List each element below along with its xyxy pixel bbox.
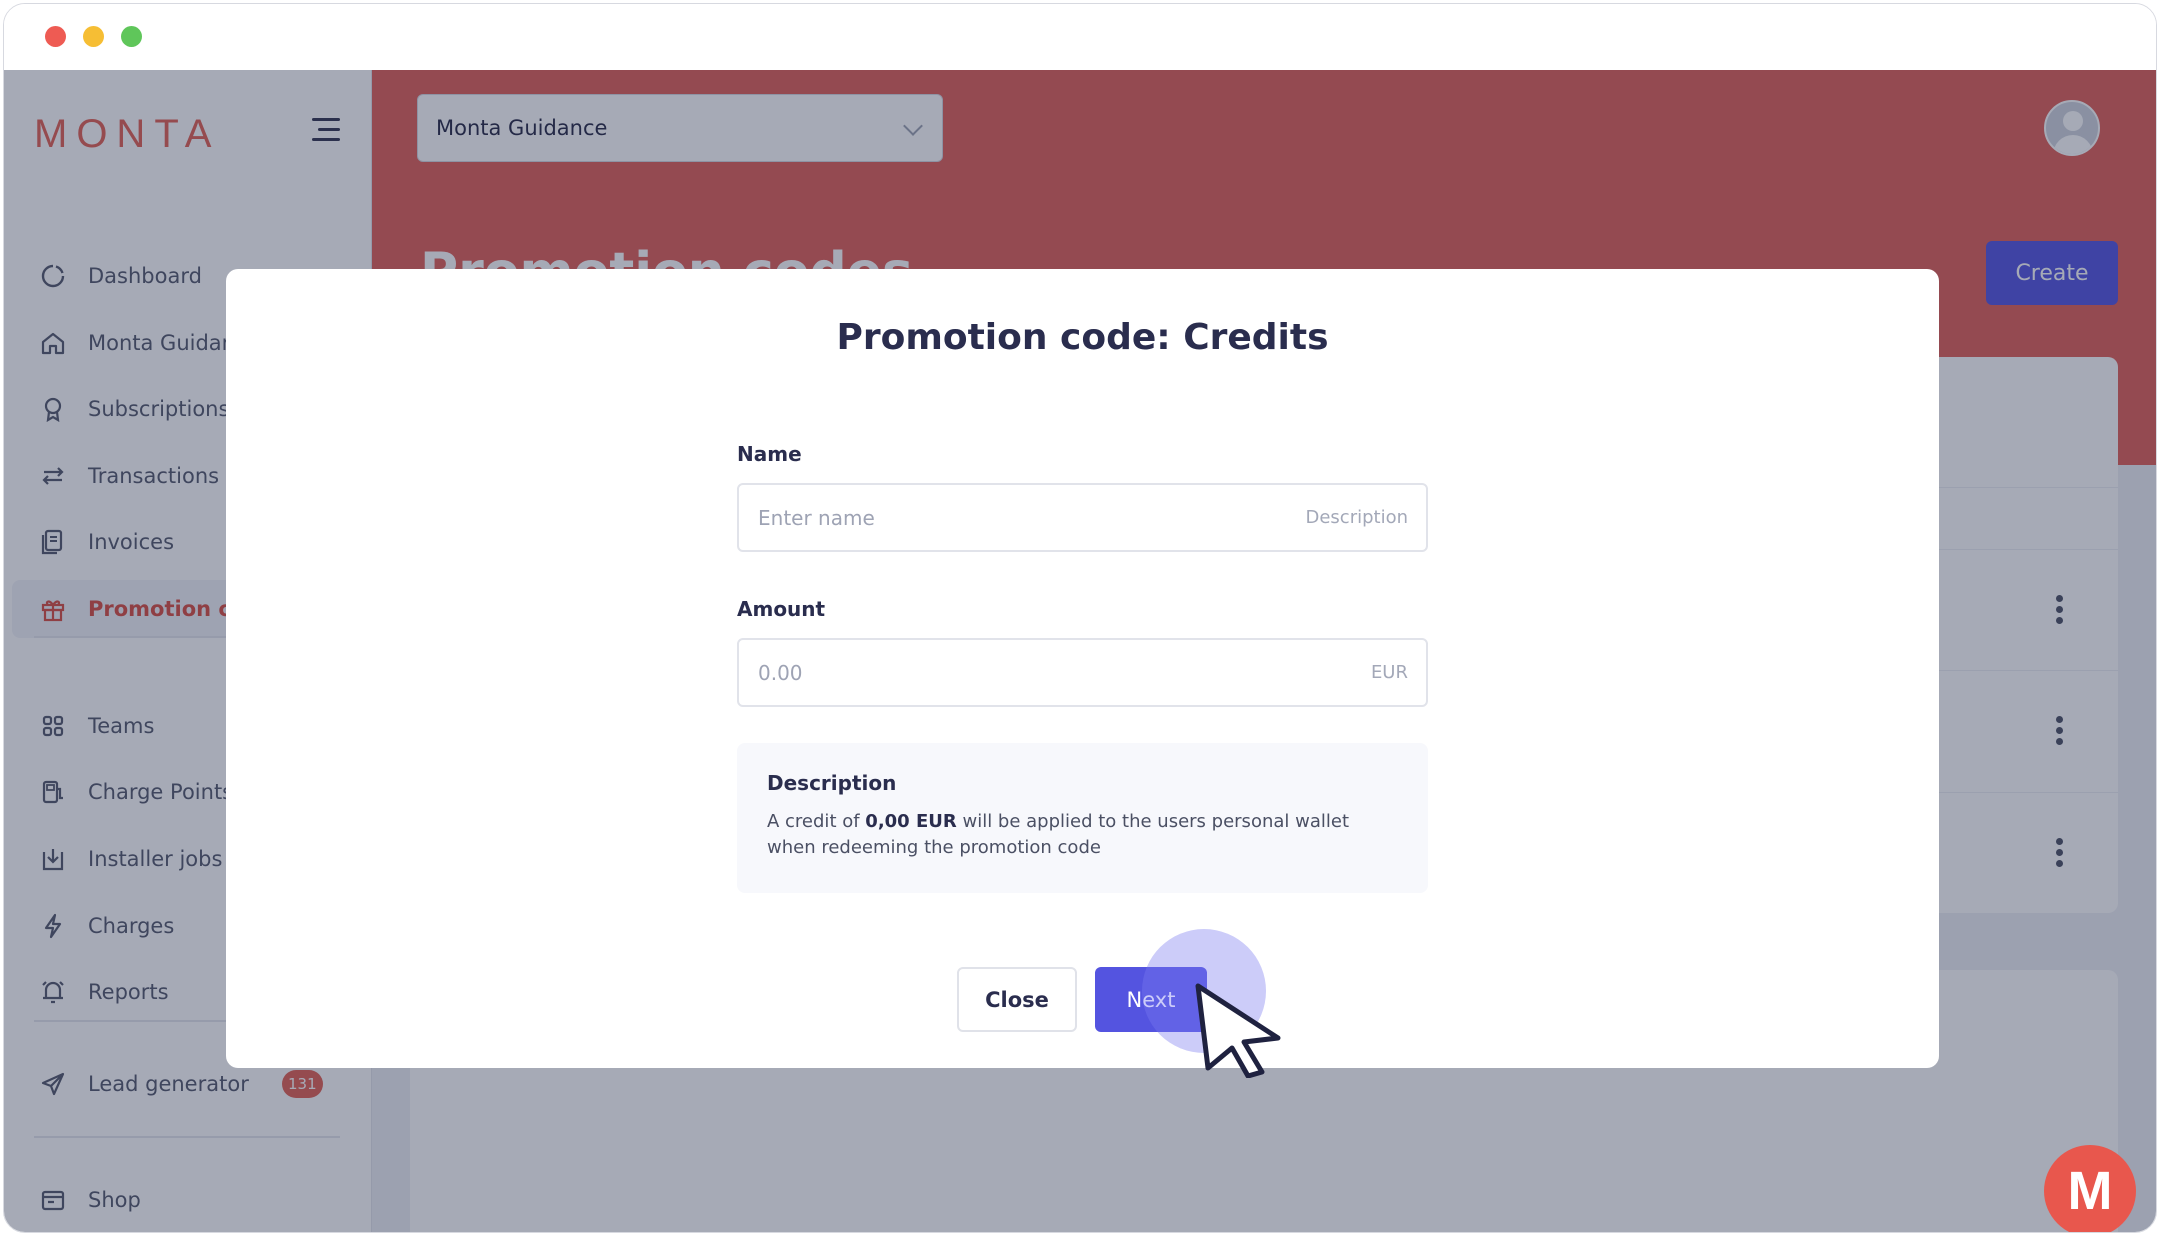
amount-input[interactable] — [758, 660, 1258, 685]
close-window-button[interactable] — [45, 26, 66, 47]
close-button[interactable]: Close — [957, 967, 1077, 1032]
mouse-pointer-icon — [1195, 983, 1281, 1078]
currency-suffix: EUR — [1370, 662, 1408, 683]
modal-title: Promotion code: Credits — [836, 317, 1329, 358]
monta-help-button[interactable]: M — [2044, 1145, 2136, 1232]
amount-field[interactable]: EUR — [737, 638, 1428, 707]
window-titlebar — [4, 4, 2156, 70]
name-input[interactable] — [758, 505, 1258, 530]
description-amount: 0,00 EUR — [865, 811, 957, 832]
minimize-window-button[interactable] — [83, 26, 104, 47]
name-field-hint: Description — [1305, 507, 1408, 528]
name-label: Name — [737, 442, 802, 466]
promotion-code-modal: Promotion code: Credits Name Description… — [226, 269, 1939, 1068]
description-text: A credit of 0,00 EUR will be applied to … — [767, 809, 1398, 861]
description-text-start: A credit of — [767, 811, 866, 832]
description-box: Description A credit of 0,00 EUR will be… — [737, 743, 1428, 893]
name-field[interactable]: Description — [737, 483, 1428, 552]
maximize-window-button[interactable] — [121, 26, 142, 47]
description-title: Description — [767, 771, 897, 795]
amount-label: Amount — [737, 597, 826, 621]
browser-window: MONTA Dashboard Monta Guidance Subscript… — [3, 3, 2157, 1233]
